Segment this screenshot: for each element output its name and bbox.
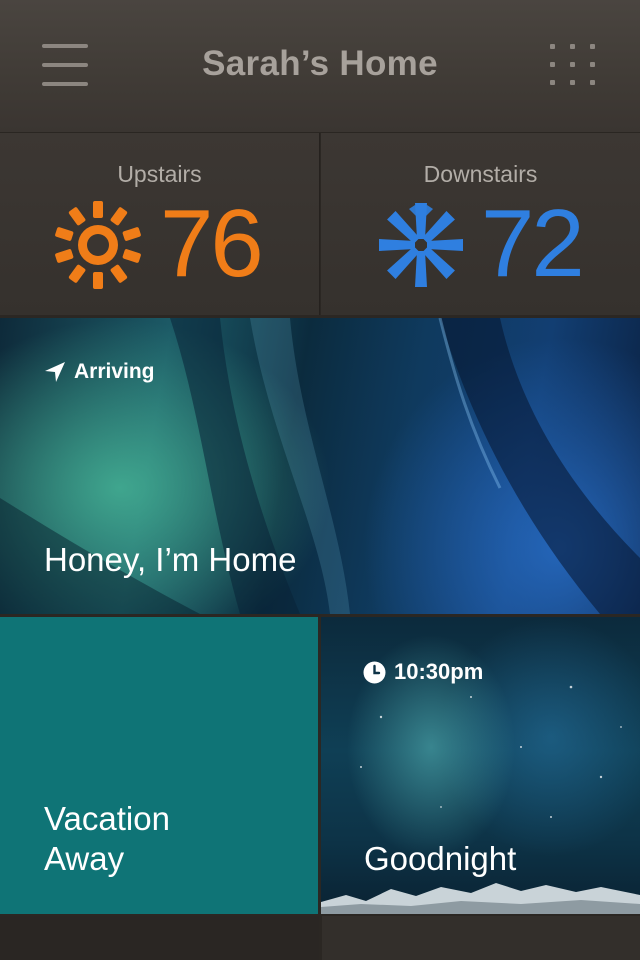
trigger-label: Arriving <box>74 360 155 383</box>
temperature-downstairs: 72 <box>481 190 585 297</box>
scene-vacation-away-tile[interactable]: Vacation Away <box>0 617 318 914</box>
scene-name-vacation-line1: Vacation <box>44 800 170 837</box>
temperature-upstairs: 76 <box>160 190 264 297</box>
thermostat-downstairs-tile[interactable]: Downstairs 72 <box>321 133 640 315</box>
scene-name-honey: Honey, I’m Home <box>44 541 297 578</box>
sun-heat-icon <box>55 201 141 289</box>
trigger-arriving: Arriving <box>44 360 155 384</box>
hamburger-menu-icon[interactable] <box>40 40 92 92</box>
partial-tile-left[interactable] <box>0 916 319 960</box>
scene-honey-im-home-tile[interactable]: Arriving Honey, I’m Home <box>0 318 640 614</box>
partial-tile-right[interactable] <box>322 916 640 960</box>
bottom-partial-row <box>0 916 640 960</box>
scene-goodnight-tile[interactable]: 10:30pm Goodnight <box>321 617 640 914</box>
scene-name-goodnight: Goodnight <box>364 840 517 877</box>
snowflake-cool-icon <box>379 203 463 287</box>
clock-icon <box>363 661 386 683</box>
zone-label-upstairs: Upstairs <box>117 161 202 187</box>
page-title: Sarah’s Home <box>202 44 438 83</box>
location-arrow-icon <box>45 362 65 382</box>
app-header: Sarah’s Home <box>0 0 640 133</box>
trigger-time-label: 10:30pm <box>394 659 484 684</box>
grid-apps-icon[interactable] <box>546 40 602 92</box>
thermostat-row: Upstairs 76 Downstairs 72 <box>0 133 640 315</box>
thermostat-upstairs-tile[interactable]: Upstairs 76 <box>0 133 320 315</box>
scene-name-vacation-line2: Away <box>44 840 125 877</box>
trigger-time: 10:30pm <box>363 659 483 685</box>
zone-label-downstairs: Downstairs <box>423 161 538 187</box>
